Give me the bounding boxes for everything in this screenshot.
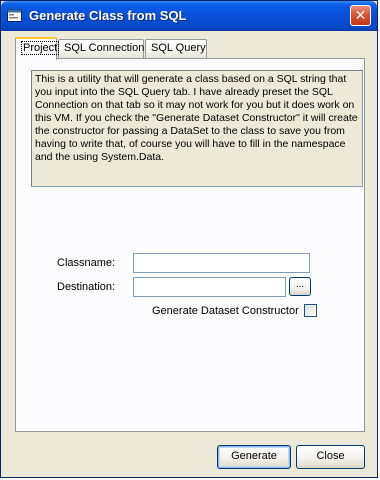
- generate-class-window: Generate Class from SQL ✕ Project SQL Co…: [0, 0, 378, 478]
- generate-button[interactable]: Generate: [217, 445, 291, 469]
- classname-label: Classname:: [57, 257, 116, 269]
- close-glyph: ✕: [354, 7, 367, 24]
- project-tab-panel: This is a utility that will generate a c…: [15, 58, 365, 432]
- description-textbox[interactable]: This is a utility that will generate a c…: [31, 70, 363, 187]
- dataset-constructor-label: Generate Dataset Constructor: [152, 305, 299, 317]
- app-window-icon: [7, 9, 22, 22]
- close-icon[interactable]: ✕: [350, 5, 371, 26]
- classname-input[interactable]: [133, 253, 310, 273]
- tab-sql-connection[interactable]: SQL Connection: [58, 39, 144, 58]
- browse-button[interactable]: ...: [289, 277, 311, 296]
- tab-sql-query-label: SQL Query: [151, 42, 206, 54]
- tab-sql-query[interactable]: SQL Query: [145, 39, 207, 58]
- title-bar[interactable]: Generate Class from SQL ✕: [1, 1, 377, 31]
- window-title: Generate Class from SQL: [29, 8, 187, 23]
- tab-project[interactable]: Project: [15, 37, 60, 60]
- tab-project-label: Project: [21, 41, 60, 55]
- close-button[interactable]: Close: [296, 445, 365, 469]
- destination-label: Destination:: [57, 281, 116, 293]
- destination-input[interactable]: [133, 277, 286, 297]
- tab-sql-connection-label: SQL Connection: [64, 42, 145, 54]
- dataset-constructor-checkbox[interactable]: [304, 304, 317, 317]
- tab-strip: Project SQL Connection SQL Query: [15, 37, 365, 60]
